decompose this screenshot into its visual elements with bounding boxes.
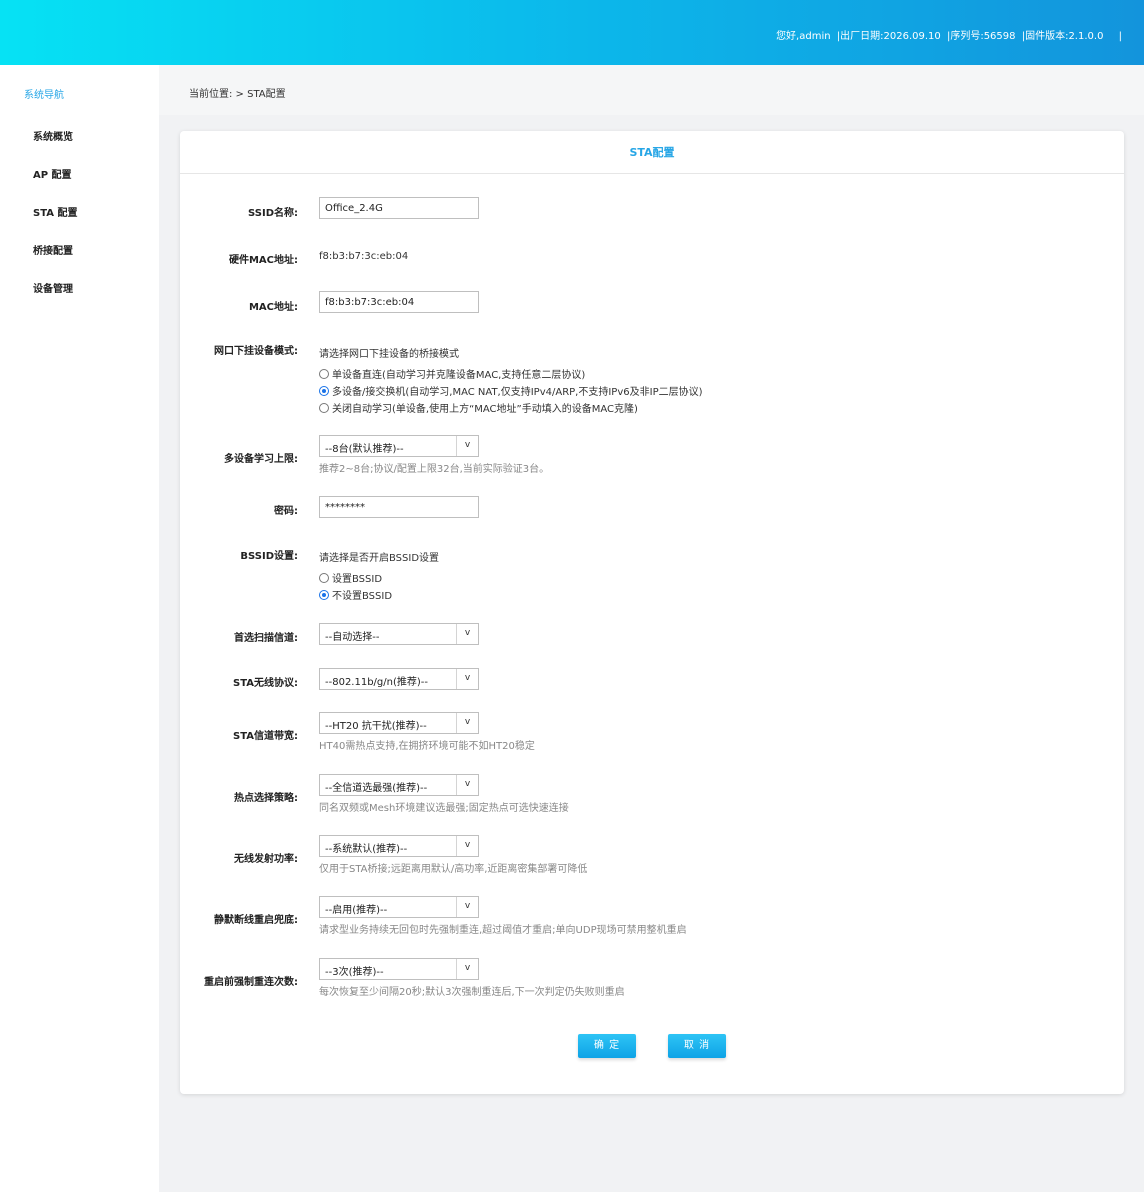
- port-mode-desc: 请选择网口下挂设备的桥接模式: [319, 349, 459, 360]
- sta-protocol-select[interactable]: --802.11b/g/n(推荐)-- v: [319, 668, 479, 690]
- bssid-option-none[interactable]: 不设置BSSID: [319, 586, 439, 603]
- tx-power-select[interactable]: --系统默认(推荐)-- v: [319, 835, 479, 857]
- mac-input[interactable]: [319, 291, 479, 313]
- port-mode-option-label: 多设备/接交换机(自动学习,MAC NAT,仅支持IPv4/ARP,不支持IPv…: [332, 387, 703, 398]
- reconnect-count-select[interactable]: --3次(推荐)-- v: [319, 958, 479, 980]
- hotspot-policy-hint: 同名双频或Mesh环境建议选最强;固定热点可选快速连接: [319, 803, 569, 814]
- silent-restart-hint: 请求型业务持续无回包时先强制重连,超过阈值才重启;单向UDP现场可禁用整机重启: [319, 925, 687, 936]
- select-value: --自动选择--: [325, 632, 380, 643]
- sidebar-item-bridge-config[interactable]: 桥接配置: [33, 242, 73, 257]
- breadcrumb-text: 当前位置: > STA配置: [189, 89, 286, 100]
- radio-button-checked[interactable]: [319, 385, 329, 396]
- learn-limit-hint: 推荐2~8台;协议/配置上限32台,当前实际验证3台。: [319, 464, 550, 475]
- bssid-option-label: 不设置BSSID: [332, 591, 393, 602]
- ssid-field-wrap: [319, 197, 479, 219]
- header-separator: |: [1118, 31, 1122, 42]
- hotspot-policy-wrap: --全信道选最强(推荐)-- v 同名双频或Mesh环境建议选最强;固定热点可选…: [319, 774, 569, 814]
- scan-channel-label: 首选扫描信道:: [234, 633, 298, 644]
- chevron-down-icon[interactable]: v: [456, 836, 478, 856]
- radio-button[interactable]: [319, 368, 329, 379]
- sidebar-title: 系统导航: [24, 90, 64, 101]
- sidebar-item-ap-config[interactable]: AP 配置: [33, 166, 72, 181]
- silent-restart-wrap: --启用(推荐)-- v 请求型业务持续无回包时先强制重连,超过阈值才重启;单向…: [319, 896, 687, 936]
- select-value: --HT20 抗干扰(推荐)--: [325, 721, 427, 732]
- reconnect-count-label: 重启前强制重连次数:: [204, 977, 298, 988]
- chevron-down-icon[interactable]: v: [456, 669, 478, 689]
- chevron-down-icon[interactable]: v: [456, 775, 478, 795]
- firmware-text: |固件版本:2.1.0.0: [1021, 31, 1104, 42]
- panel-title: STA配置: [180, 131, 1124, 174]
- radio-button[interactable]: [319, 402, 329, 413]
- bssid-label: BSSID设置:: [240, 551, 298, 562]
- mac-label: MAC地址:: [248, 302, 298, 313]
- bssid-option-set[interactable]: 设置BSSID: [319, 569, 439, 586]
- chevron-down-icon[interactable]: v: [456, 897, 478, 917]
- sta-protocol-wrap: --802.11b/g/n(推荐)-- v: [319, 668, 479, 690]
- sidebar-item-device-management[interactable]: 设备管理: [33, 280, 73, 295]
- learn-limit-wrap: --8台(默认推荐)-- v 推荐2~8台;协议/配置上限32台,当前实际验证3…: [319, 435, 549, 475]
- hotspot-policy-label: 热点选择策略:: [234, 793, 298, 804]
- port-mode-option-multi[interactable]: 多设备/接交换机(自动学习,MAC NAT,仅支持IPv4/ARP,不支持IPv…: [319, 382, 703, 399]
- port-mode-option-single[interactable]: 单设备直连(自动学习并克隆设备MAC,支持任意二层协议): [319, 365, 703, 382]
- bssid-group: 请选择是否开启BSSID设置 设置BSSID 不设置BSSID: [319, 549, 439, 603]
- radio-button-checked[interactable]: [319, 589, 329, 600]
- select-value: --系统默认(推荐)--: [325, 844, 408, 855]
- select-value: --802.11b/g/n(推荐)--: [325, 677, 428, 688]
- sidebar: 系统导航 系统概览 AP 配置 STA 配置 桥接配置 设备管理: [0, 65, 159, 1192]
- chevron-down-icon[interactable]: v: [456, 713, 478, 733]
- scan-channel-wrap: --自动选择-- v: [319, 623, 479, 645]
- port-mode-option-label: 关闭自动学习(单设备,使用上方“MAC地址”手动填入的设备MAC克隆): [332, 404, 638, 415]
- bandwidth-hint: HT40需热点支持,在拥挤环境可能不如HT20稳定: [319, 741, 535, 752]
- chevron-down-icon[interactable]: v: [456, 959, 478, 979]
- select-value: --3次(推荐)--: [325, 967, 384, 978]
- hotspot-policy-select[interactable]: --全信道选最强(推荐)-- v: [319, 774, 479, 796]
- password-field-wrap: [319, 496, 479, 518]
- tx-power-label: 无线发射功率:: [234, 854, 298, 865]
- bssid-desc: 请选择是否开启BSSID设置: [319, 553, 440, 564]
- ssid-label: SSID名称:: [248, 208, 298, 219]
- top-header: 您好,admin |出厂日期:2026.09.10 |序列号:56598 |固件…: [0, 0, 1144, 65]
- radio-button[interactable]: [319, 572, 329, 583]
- cancel-button[interactable]: 取 消: [668, 1034, 726, 1058]
- tx-power-wrap: --系统默认(推荐)-- v 仅用于STA桥接;远距离用默认/高功率,近距离密集…: [319, 835, 587, 875]
- ssid-input[interactable]: [319, 197, 479, 219]
- mac-field-wrap: [319, 291, 479, 313]
- header-info: 您好,admin |出厂日期:2026.09.10 |序列号:56598 |固件…: [773, 27, 1122, 42]
- select-value: --启用(推荐)--: [325, 905, 388, 916]
- hw-mac-label: 硬件MAC地址:: [228, 255, 298, 266]
- hw-mac-value: f8:b3:b7:3c:eb:04: [319, 251, 409, 262]
- learn-limit-select[interactable]: --8台(默认推荐)-- v: [319, 435, 479, 457]
- port-mode-option-label: 单设备直连(自动学习并克隆设备MAC,支持任意二层协议): [332, 370, 586, 381]
- main-area: 当前位置: > STA配置 STA配置 SSID名称: 硬件MAC地址: f8:…: [159, 65, 1144, 1192]
- sta-config-panel: STA配置 SSID名称: 硬件MAC地址: f8:b3:b7:3c:eb:04…: [180, 131, 1124, 1094]
- sidebar-item-sta-config[interactable]: STA 配置: [33, 204, 77, 219]
- port-mode-group: 请选择网口下挂设备的桥接模式 单设备直连(自动学习并克隆设备MAC,支持任意二层…: [319, 345, 703, 416]
- silent-restart-label: 静默断线重启兜底:: [214, 915, 298, 926]
- password-label: 密码:: [274, 506, 298, 517]
- port-mode-option-off[interactable]: 关闭自动学习(单设备,使用上方“MAC地址”手动填入的设备MAC克隆): [319, 399, 703, 416]
- breadcrumb: 当前位置: > STA配置: [159, 65, 1144, 115]
- select-value: --全信道选最强(推荐)--: [325, 783, 428, 794]
- bssid-option-label: 设置BSSID: [332, 574, 383, 585]
- learn-limit-label: 多设备学习上限:: [224, 454, 298, 465]
- silent-restart-select[interactable]: --启用(推荐)-- v: [319, 896, 479, 918]
- sta-protocol-label: STA无线协议:: [233, 678, 298, 689]
- chevron-down-icon[interactable]: v: [456, 624, 478, 644]
- scan-channel-select[interactable]: --自动选择-- v: [319, 623, 479, 645]
- reconnect-count-hint: 每次恢复至少间隔20秒;默认3次强制重连后,下一次判定仍失败则重启: [319, 987, 625, 998]
- reconnect-count-wrap: --3次(推荐)-- v 每次恢复至少间隔20秒;默认3次强制重连后,下一次判定…: [319, 958, 625, 998]
- select-value: --8台(默认推荐)--: [325, 444, 404, 455]
- port-mode-label: 网口下挂设备模式:: [214, 346, 298, 357]
- serial-text: |序列号:56598: [946, 31, 1016, 42]
- manufacture-date-text: |出厂日期:2026.09.10: [836, 31, 941, 42]
- bandwidth-label: STA信道带宽:: [233, 731, 298, 742]
- greeting-text: 您好,admin: [776, 31, 831, 42]
- confirm-button[interactable]: 确 定: [578, 1034, 636, 1058]
- tx-power-hint: 仅用于STA桥接;远距离用默认/高功率,近距离密集部署可降低: [319, 864, 588, 875]
- sidebar-item-overview[interactable]: 系统概览: [33, 128, 73, 143]
- bandwidth-select[interactable]: --HT20 抗干扰(推荐)-- v: [319, 712, 479, 734]
- bandwidth-wrap: --HT20 抗干扰(推荐)-- v HT40需热点支持,在拥挤环境可能不如HT…: [319, 712, 535, 752]
- password-input[interactable]: [319, 496, 479, 518]
- chevron-down-icon[interactable]: v: [456, 436, 478, 456]
